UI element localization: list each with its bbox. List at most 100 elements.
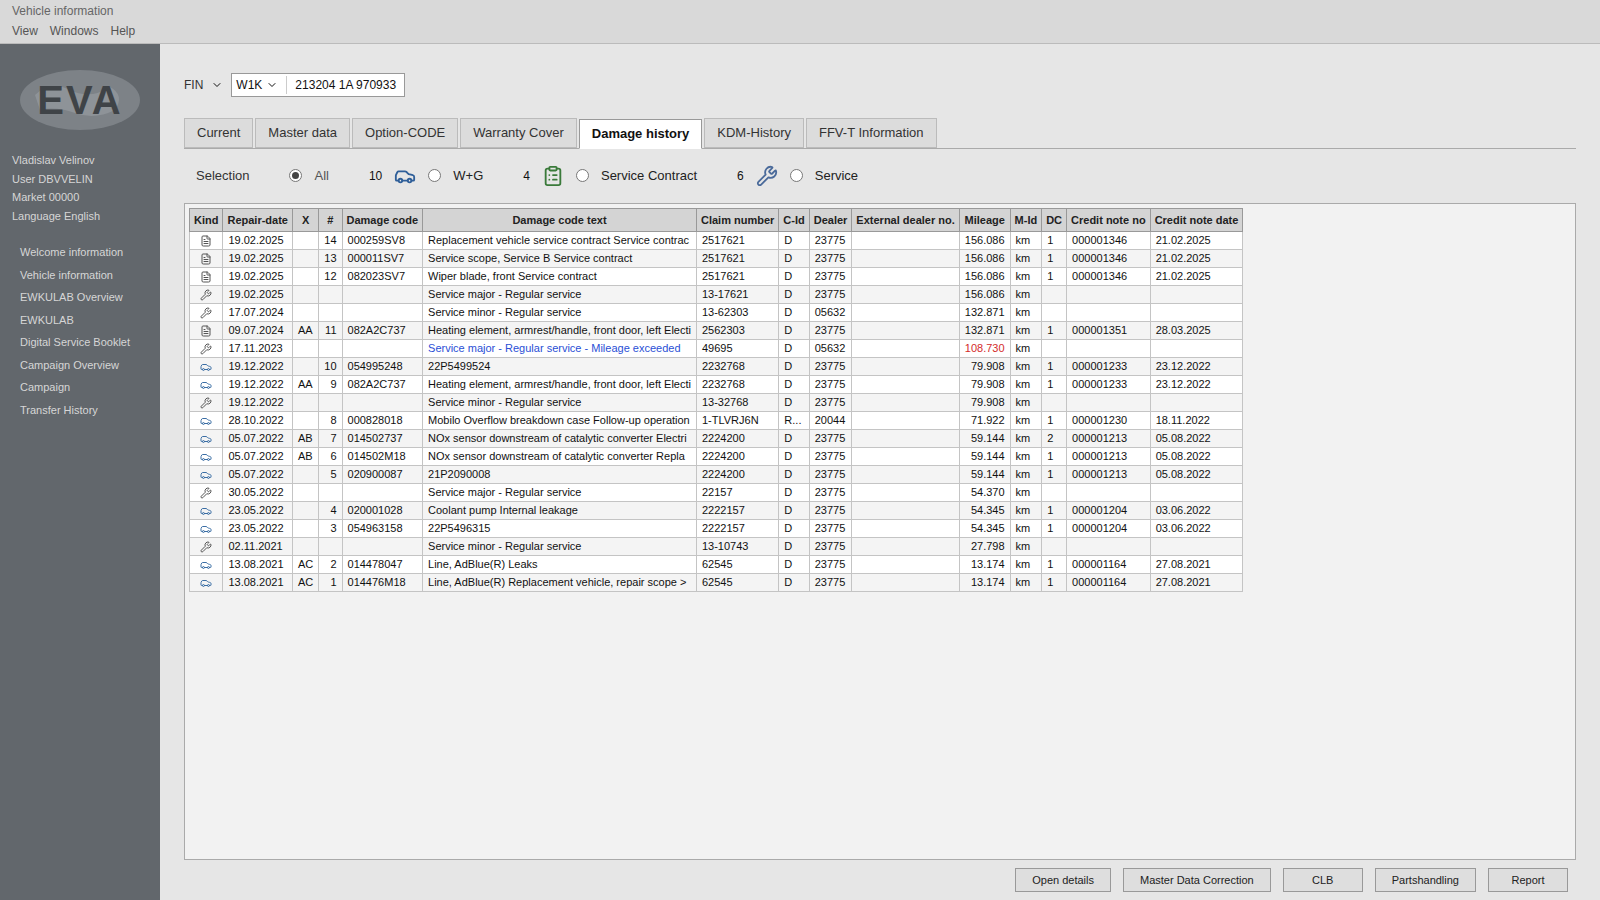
- tab[interactable]: Current: [184, 118, 253, 148]
- column-header[interactable]: Credit note no: [1067, 208, 1151, 232]
- table-cell: 05.08.2022: [1150, 448, 1243, 466]
- column-header[interactable]: Kind: [190, 208, 223, 232]
- table-row[interactable]: 19.12.2022Service minor - Regular servic…: [190, 394, 1243, 412]
- fin-label: FIN: [184, 76, 203, 94]
- table-cell: km: [1010, 304, 1042, 322]
- table-cell: 9: [319, 376, 342, 394]
- column-header[interactable]: DC: [1042, 208, 1067, 232]
- radio-button[interactable]: [576, 169, 589, 182]
- filter-label[interactable]: Service: [815, 166, 858, 186]
- table-row[interactable]: 13.08.2021AC1014476M18Line, AdBlue(R) Re…: [190, 574, 1243, 592]
- filter[interactable]: All: [289, 166, 328, 186]
- table-row[interactable]: 28.10.20228000828018Mobilo Overflow brea…: [190, 412, 1243, 430]
- tab[interactable]: Warranty Cover: [460, 118, 577, 148]
- tab[interactable]: Option-CODE: [352, 118, 458, 148]
- radio-button[interactable]: [289, 169, 302, 182]
- column-header[interactable]: Dealer: [809, 208, 852, 232]
- sidebar-item[interactable]: EWKULAB Overview: [12, 289, 148, 306]
- table-row[interactable]: 05.07.2022AB6014502M18NOx sensor downstr…: [190, 448, 1243, 466]
- filter[interactable]: 10W+G: [369, 165, 483, 187]
- fin-field[interactable]: W1K213204 1A 970933: [231, 73, 405, 97]
- table-cell: [190, 466, 223, 484]
- table-cell: NOx sensor downstream of catalytic conve…: [423, 448, 697, 466]
- table-row[interactable]: 13.08.2021AC2014478047Line, AdBlue(R) Le…: [190, 556, 1243, 574]
- table-cell: D: [779, 376, 809, 394]
- sidebar-item[interactable]: Welcome information: [12, 244, 148, 261]
- table-row[interactable]: 09.07.2024AA11082A2C737Heating element, …: [190, 322, 1243, 340]
- table-row[interactable]: 19.02.202512082023SV7Wiper blade, front …: [190, 268, 1243, 286]
- wrench-icon: [200, 397, 212, 409]
- column-header[interactable]: M-Id: [1010, 208, 1042, 232]
- table-cell: 020900087: [342, 466, 423, 484]
- table-cell: Service minor - Regular service: [423, 394, 697, 412]
- column-header[interactable]: Claim number: [696, 208, 778, 232]
- table-row[interactable]: 17.07.2024Service minor - Regular servic…: [190, 304, 1243, 322]
- menu-item[interactable]: Help: [110, 22, 135, 40]
- table-row[interactable]: 17.11.2023Service major - Regular servic…: [190, 340, 1243, 358]
- column-header[interactable]: Repair-date: [223, 208, 293, 232]
- filter-label[interactable]: All: [314, 166, 328, 186]
- table-cell: 27.08.2021: [1150, 574, 1243, 592]
- table-cell: 7: [319, 430, 342, 448]
- column-header[interactable]: External dealer no.: [852, 208, 959, 232]
- column-header[interactable]: Damage code text: [423, 208, 697, 232]
- filter[interactable]: 4Service Contract: [523, 165, 697, 187]
- radio-button[interactable]: [790, 169, 803, 182]
- table-row[interactable]: 19.02.202514000259SV8Replacement vehicle…: [190, 232, 1243, 250]
- selection-row: SelectionAll10W+G4Service Contract6Servi…: [184, 157, 1576, 195]
- table-cell: 1: [1042, 250, 1067, 268]
- table-row[interactable]: 05.07.2022AB7014502737NOx sensor downstr…: [190, 430, 1243, 448]
- filter-label[interactable]: W+G: [453, 166, 483, 186]
- sidebar-item[interactable]: Vehicle information: [12, 267, 148, 284]
- table-cell: km: [1010, 286, 1042, 304]
- tab[interactable]: KDM-History: [704, 118, 804, 148]
- table-cell: 13: [319, 250, 342, 268]
- filter-count: 6: [737, 167, 744, 185]
- action-button[interactable]: CLB: [1283, 868, 1363, 893]
- filter-label[interactable]: Service Contract: [601, 166, 697, 186]
- table-row[interactable]: 02.11.2021Service minor - Regular servic…: [190, 538, 1243, 556]
- table-row[interactable]: 23.05.20224020001028Coolant pump Interna…: [190, 502, 1243, 520]
- sidebar-item[interactable]: Digital Service Booklet: [12, 334, 148, 351]
- table-cell: D: [779, 448, 809, 466]
- table-row[interactable]: 19.12.20221005499524822P54995242232768D2…: [190, 358, 1243, 376]
- menu-item[interactable]: View: [12, 22, 38, 40]
- table-row[interactable]: 05.07.2022502090008721P20900082224200D23…: [190, 466, 1243, 484]
- column-header[interactable]: C-Id: [779, 208, 809, 232]
- table-row[interactable]: 19.02.202513000011SV7Service scope, Serv…: [190, 250, 1243, 268]
- table-cell: 054995248: [342, 358, 423, 376]
- sidebar-item[interactable]: EWKULAB: [12, 312, 148, 329]
- table-cell: Wiper blade, front Service contract: [423, 268, 697, 286]
- filter[interactable]: 6 Service: [737, 165, 858, 187]
- sidebar-item[interactable]: Transfer History: [12, 402, 148, 419]
- table-cell: 23.05.2022: [223, 520, 293, 538]
- table-cell: 17.07.2024: [223, 304, 293, 322]
- fin-prefix[interactable]: W1K: [236, 76, 287, 94]
- table-row[interactable]: 19.12.2022AA9082A2C737Heating element, a…: [190, 376, 1243, 394]
- table-cell: 014478047: [342, 556, 423, 574]
- tab[interactable]: Damage history: [579, 119, 703, 149]
- sidebar-item[interactable]: Campaign Overview: [12, 357, 148, 374]
- table-cell: [190, 484, 223, 502]
- radio-button[interactable]: [428, 169, 441, 182]
- menu-item[interactable]: Windows: [50, 22, 99, 40]
- column-header[interactable]: Mileage: [959, 208, 1010, 232]
- table-cell: [852, 574, 959, 592]
- column-header[interactable]: X: [292, 208, 318, 232]
- fin-value[interactable]: 213204 1A 970933: [291, 76, 400, 94]
- column-header[interactable]: Damage code: [342, 208, 423, 232]
- column-header[interactable]: Credit note date: [1150, 208, 1243, 232]
- table-cell: 21.02.2025: [1150, 232, 1243, 250]
- action-button[interactable]: Report: [1488, 868, 1568, 893]
- table-cell: 62545: [696, 574, 778, 592]
- table-row[interactable]: 23.05.2022305496315822P54963152222157D23…: [190, 520, 1243, 538]
- tab[interactable]: FFV-T Information: [806, 118, 937, 148]
- action-button[interactable]: Partshandling: [1375, 868, 1476, 893]
- table-row[interactable]: 19.02.2025Service major - Regular servic…: [190, 286, 1243, 304]
- tab[interactable]: Master data: [255, 118, 350, 148]
- column-header[interactable]: #: [319, 208, 342, 232]
- action-button[interactable]: Master Data Correction: [1123, 868, 1271, 893]
- action-button[interactable]: Open details: [1015, 868, 1111, 893]
- table-row[interactable]: 30.05.2022Service major - Regular servic…: [190, 484, 1243, 502]
- sidebar-item[interactable]: Campaign: [12, 379, 148, 396]
